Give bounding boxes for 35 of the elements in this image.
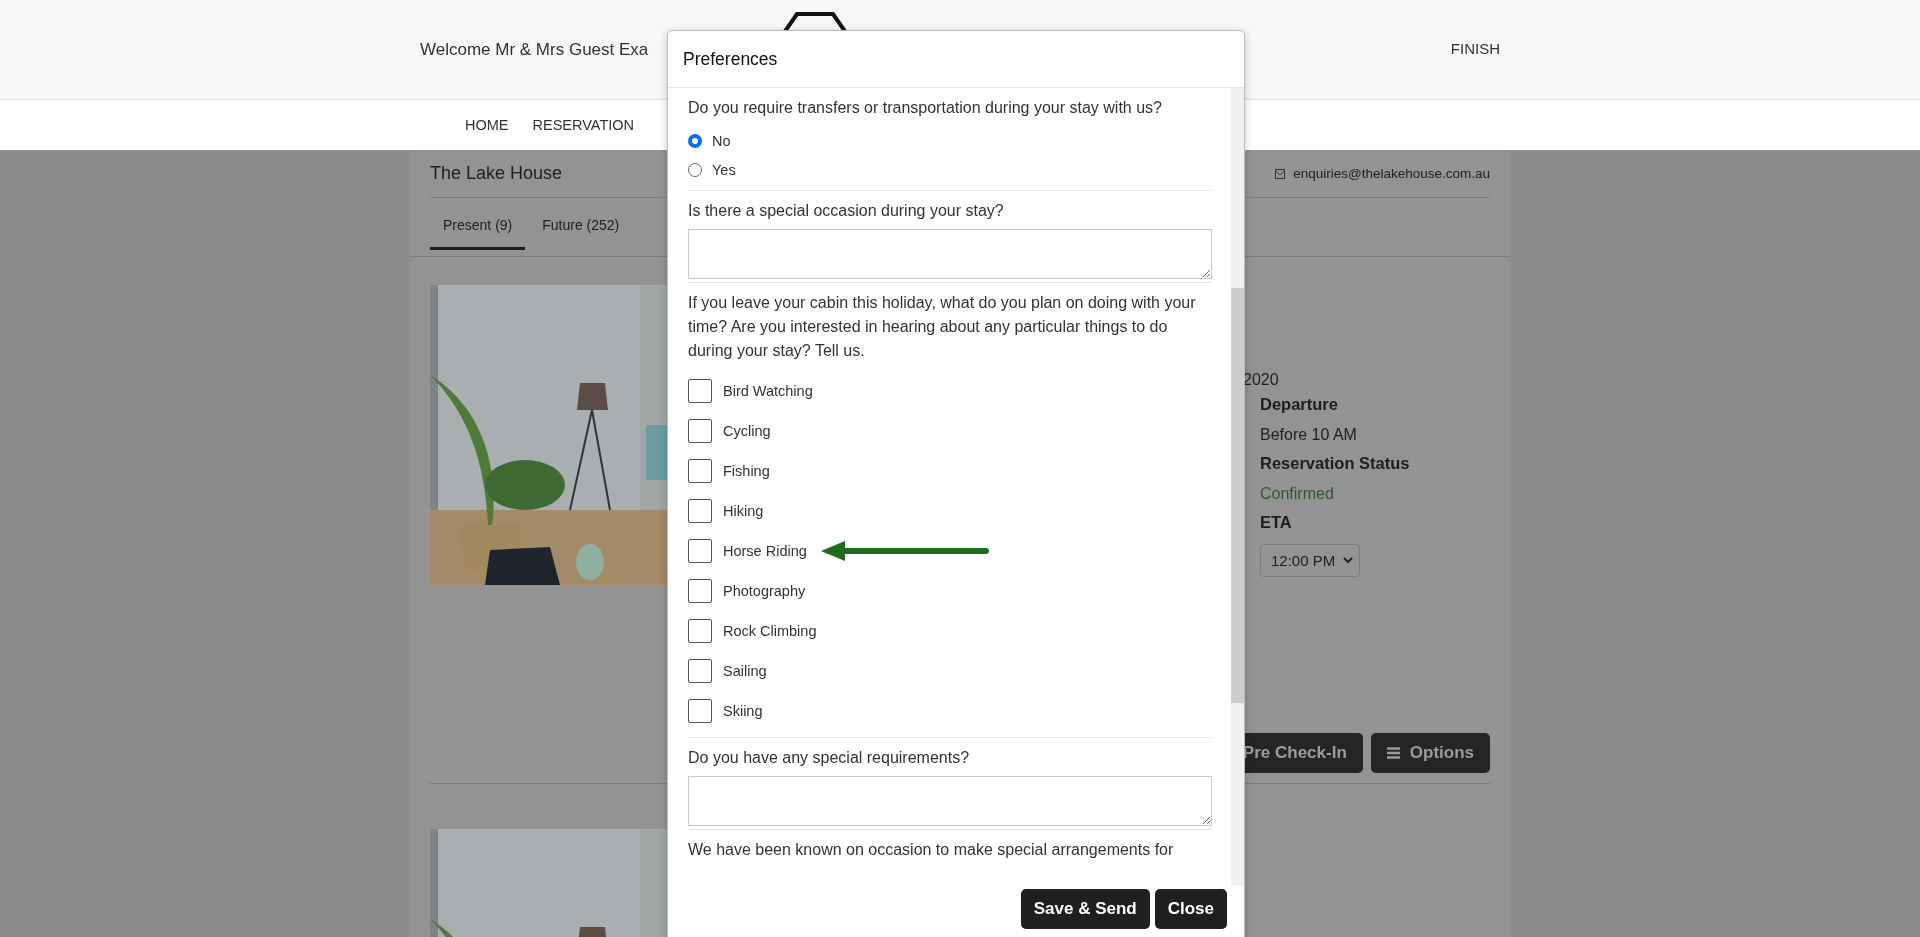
- checkbox-option[interactable]: Horse Riding: [688, 531, 1212, 571]
- checkbox-option[interactable]: Bird Watching: [688, 371, 1212, 411]
- detail-heading: ETA: [1260, 513, 1292, 532]
- finish-link[interactable]: FINISH: [1450, 40, 1500, 57]
- detail-heading: Departure: [1260, 395, 1338, 414]
- question-text: If you leave your cabin this holiday, what do you plan on doing with your time? Are you interested in hearing about any particular things to do during your stay? Tell us.: [688, 293, 1197, 361]
- checkbox-option[interactable]: Photography: [688, 571, 1212, 611]
- checkbox-option[interactable]: Sailing: [688, 651, 1212, 691]
- tab[interactable]: Present (9): [430, 217, 526, 250]
- nav-link[interactable]: RESERVATION: [532, 117, 635, 133]
- tab[interactable]: Future (252): [529, 217, 633, 250]
- detail-value: Before 10 AM: [1260, 426, 1357, 444]
- checkbox-option[interactable]: Rock Climbing: [688, 611, 1212, 651]
- options-button[interactable]: Options: [1370, 733, 1490, 773]
- email-link[interactable]: enquiries@thelakehouse.com.au: [1275, 166, 1490, 181]
- detail-heading: Reservation Status: [1260, 454, 1410, 473]
- radio-option[interactable]: No: [688, 126, 1212, 155]
- question-text: Do you require transfers or transportation during your stay with us?: [688, 98, 1163, 118]
- status-text: Confirmed: [1260, 485, 1334, 503]
- question-text: Do you have any special requirements?: [688, 748, 971, 768]
- close-button[interactable]: Close: [1154, 889, 1227, 929]
- checkbox-option[interactable]: Cycling: [688, 411, 1212, 451]
- radio-option[interactable]: Yes: [688, 155, 1212, 184]
- checkbox-option[interactable]: Hiking: [688, 491, 1212, 531]
- note-text: We have been known on occasion to make special arrangements for: [688, 840, 1175, 860]
- dialog-title: Preferences: [683, 48, 778, 70]
- welcome-text: Welcome Mr & Mrs Guest Exa: [420, 39, 649, 60]
- time-select[interactable]: 12:00 PM: [1260, 544, 1360, 577]
- question-text: Is there a special occasion during your stay?: [688, 201, 1005, 221]
- checkbox-option[interactable]: Fishing: [688, 451, 1212, 491]
- nav-link[interactable]: HOME: [465, 117, 509, 133]
- detail-value: 2020: [1243, 371, 1279, 389]
- save-button[interactable]: Save & Send: [1020, 889, 1150, 929]
- checkbox-option[interactable]: Skiing: [688, 691, 1212, 731]
- property-name: The Lake House: [430, 163, 563, 184]
